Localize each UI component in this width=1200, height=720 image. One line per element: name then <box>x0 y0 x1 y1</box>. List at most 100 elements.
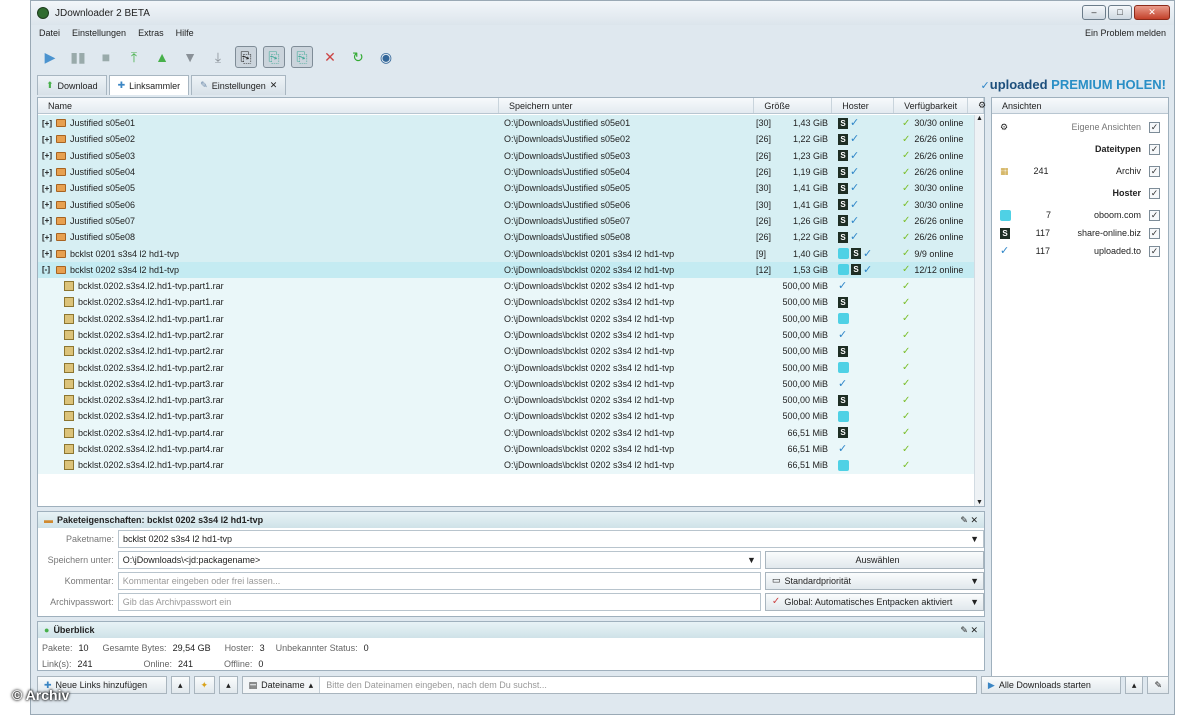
save-to-field[interactable]: O:\jDownloads\<jd:packagename> ▼ <box>117 550 761 569</box>
own-views-row[interactable]: ⚙ Eigene Ansichten ✓ <box>992 118 1168 136</box>
file-row[interactable]: bcklst.0202.s3s4.l2.hd1-tvp.part3.rar O:\… <box>38 392 974 409</box>
vertical-scrollbar[interactable]: ▲ ▼ <box>974 115 984 506</box>
chevron-down-icon[interactable]: ▼ <box>747 555 756 565</box>
filetype-checkbox[interactable]: ✓ <box>1149 165 1160 177</box>
menu-datei[interactable]: Datei <box>39 28 60 38</box>
auto-start-icon[interactable]: ⎘ <box>291 46 313 68</box>
hoster-checkbox[interactable]: ✓ <box>1149 187 1160 199</box>
chevron-down-icon[interactable]: ▼ <box>970 534 979 544</box>
file-row[interactable]: bcklst.0202.s3s4.l2.hd1-tvp.part2.rar O:\… <box>38 359 974 376</box>
uploaded-premium-banner[interactable]: ✓uploaded PREMIUM HOLEN! <box>981 77 1166 92</box>
hoster-group[interactable]: Hoster ✓ <box>992 184 1168 202</box>
file-row[interactable]: bcklst.0202.s3s4.l2.hd1-tvp.part2.rar O:\… <box>38 326 974 344</box>
minimize-button[interactable]: – <box>1082 5 1106 20</box>
close-button[interactable]: ✕ <box>1134 5 1170 20</box>
file-row[interactable]: bcklst.0202.s3s4.l2.hd1-tvp.part1.rar O:\… <box>38 294 974 311</box>
package-row[interactable]: [+] Justified s05e01 O:\jDownloads\Justifi… <box>38 115 974 132</box>
filetypes-group[interactable]: Dateitypen ✓ <box>992 140 1168 158</box>
col-availability[interactable]: Verfügbarkeit <box>894 98 968 113</box>
extract-select[interactable]: ✓ Global: Automatisches Entpacken aktivie… <box>764 592 984 611</box>
expand-toggle-icon[interactable]: [-] <box>42 265 52 274</box>
clear-menu-button[interactable]: ▴ <box>219 676 238 694</box>
own-views-checkbox[interactable]: ✓ <box>1149 121 1160 133</box>
play-icon[interactable]: ▶ <box>39 46 61 68</box>
hoster-row-shareonline[interactable]: S 117 share-online.biz ✓ <box>992 224 1168 242</box>
package-row[interactable]: [+] Justified s05e06 O:\jDownloads\Justifi… <box>38 196 974 213</box>
archive-password-input[interactable]: Gib das Archivpasswort ein <box>117 592 761 611</box>
file-row[interactable]: bcklst.0202.s3s4.l2.hd1-tvp.part1.rar O:\… <box>38 310 974 327</box>
col-name[interactable]: Name <box>38 98 499 113</box>
file-row[interactable]: bcklst.0202.s3s4.l2.hd1-tvp.part4.rar O:\… <box>38 440 974 458</box>
col-size[interactable]: Größe <box>754 98 833 113</box>
auto-confirm-icon[interactable]: ⎘ <box>263 46 285 68</box>
tab-einstellungen[interactable]: ✎ Einstellungen ✕ <box>191 75 287 95</box>
package-row[interactable]: [-] bcklst 0202 s3s4 l2 hd1-tvp O:\jDownlo… <box>38 261 974 278</box>
stop-icon[interactable]: ■ <box>95 46 117 68</box>
priority-select[interactable]: ▭ Standardpriorität ▼ <box>764 571 984 590</box>
start-all-downloads-button[interactable]: ▶ Alle Downloads starten <box>980 676 1121 694</box>
pause-icon[interactable]: ▮▮ <box>67 46 89 68</box>
comment-input[interactable]: Kommentar eingeben oder frei lassen... <box>117 571 761 590</box>
column-settings-icon[interactable]: ⚙ <box>968 98 986 113</box>
package-row[interactable]: [+] bcklst 0201 s3s4 l2 hd1-tvp O:\jDownlo… <box>38 245 974 262</box>
close-tab-icon[interactable]: ✕ <box>270 80 278 91</box>
col-save-to[interactable]: Speichern unter <box>499 98 755 113</box>
report-problem-link[interactable]: Ein Problem melden <box>1085 28 1166 38</box>
update-icon[interactable]: ◉ <box>375 46 397 68</box>
hoster-row-checkbox[interactable]: ✓ <box>1149 245 1160 257</box>
menu-hilfe[interactable]: Hilfe <box>176 28 194 38</box>
hoster-row-checkbox[interactable]: ✓ <box>1149 209 1160 221</box>
package-row[interactable]: [+] Justified s05e04 O:\jDownloads\Justifi… <box>38 163 974 181</box>
hoster-row-uploaded[interactable]: ✓ 117 uploaded.to ✓ <box>992 242 1168 260</box>
expand-toggle-icon[interactable]: [+] <box>42 184 52 193</box>
menu-einstellungen[interactable]: Einstellungen <box>72 28 126 38</box>
add-links-menu-button[interactable]: ▴ <box>171 676 190 694</box>
file-row[interactable]: bcklst.0202.s3s4.l2.hd1-tvp.part3.rar O:\… <box>38 375 974 393</box>
maximize-button[interactable]: □ <box>1108 5 1132 20</box>
search-input[interactable]: Bitte den Dateinamen eingeben, nach dem … <box>320 680 547 690</box>
move-top-icon[interactable]: ⤒ <box>123 46 145 68</box>
search-bar[interactable]: ▤ Dateiname ▴ Bitte den Dateinamen eingebe… <box>241 676 977 694</box>
move-bottom-icon[interactable]: ⤓ <box>207 46 229 68</box>
file-row[interactable]: bcklst.0202.s3s4.l2.hd1-tvp.part4.rar O:\… <box>38 424 974 441</box>
col-hoster[interactable]: Hoster <box>832 98 895 113</box>
file-row[interactable]: bcklst.0202.s3s4.l2.hd1-tvp.part2.rar O:\… <box>38 343 974 360</box>
move-up-icon[interactable]: ▲ <box>151 46 173 68</box>
search-filter-select[interactable]: ▤ Dateiname ▴ <box>242 677 321 693</box>
expand-toggle-icon[interactable]: [+] <box>42 119 52 128</box>
expand-toggle-icon[interactable]: [+] <box>42 233 52 242</box>
reconnect-icon[interactable]: ↻ <box>347 46 369 68</box>
package-row[interactable]: [+] Justified s05e05 O:\jDownloads\Justifi… <box>38 180 974 197</box>
package-row[interactable]: [+] Justified s05e02 O:\jDownloads\Justifi… <box>38 131 974 148</box>
expand-toggle-icon[interactable]: [+] <box>42 151 52 160</box>
choose-folder-button[interactable]: Auswählen <box>764 550 984 569</box>
package-row[interactable]: [+] Justified s05e08 O:\jDownloads\Justifi… <box>38 229 974 246</box>
package-row[interactable]: [+] Justified s05e07 O:\jDownloads\Justifi… <box>38 212 974 230</box>
expand-toggle-icon[interactable]: [+] <box>42 216 52 225</box>
move-down-icon[interactable]: ▼ <box>179 46 201 68</box>
file-row[interactable]: bcklst.0202.s3s4.l2.hd1-tvp.part1.rar O:\… <box>38 277 974 295</box>
overview-close-icon[interactable]: ✎ ✕ <box>960 625 978 636</box>
file-row[interactable]: bcklst.0202.s3s4.l2.hd1-tvp.part4.rar O:\… <box>38 457 974 474</box>
expand-toggle-icon[interactable]: [+] <box>42 135 52 144</box>
hoster-row-checkbox[interactable]: ✓ <box>1149 227 1160 239</box>
menu-extras[interactable]: Extras <box>138 28 164 38</box>
file-size: 500,00 MiB <box>782 281 828 292</box>
clear-icon[interactable]: ✦ <box>193 676 216 694</box>
filetypes-checkbox[interactable]: ✓ <box>1149 143 1160 155</box>
hoster-row-oboom[interactable]: 7 oboom.com ✓ <box>992 206 1168 224</box>
expand-toggle-icon[interactable]: [+] <box>42 200 52 209</box>
clear-list-icon[interactable]: ✕ <box>319 46 341 68</box>
tab-linksammler[interactable]: ✚ Linksammler <box>108 75 190 95</box>
expand-toggle-icon[interactable]: [+] <box>42 249 52 258</box>
properties-close-icon[interactable]: ✎ ✕ <box>960 515 978 526</box>
clipboard-observe-icon[interactable]: ⎘ <box>235 46 257 68</box>
tools-icon[interactable]: ✎ <box>1147 676 1169 694</box>
file-row[interactable]: bcklst.0202.s3s4.l2.hd1-tvp.part3.rar O:\… <box>38 408 974 425</box>
start-menu-button[interactable]: ▴ <box>1124 676 1144 694</box>
filetype-row-archiv[interactable]: ▦ 241 Archiv ✓ <box>992 162 1168 180</box>
expand-toggle-icon[interactable]: [+] <box>42 168 52 177</box>
tab-download[interactable]: ⬆ Download <box>37 75 107 95</box>
package-row[interactable]: [+] Justified s05e03 O:\jDownloads\Justifi… <box>38 147 974 164</box>
package-name-field[interactable]: bcklst 0202 s3s4 l2 hd1-tvp ▼ <box>118 529 984 548</box>
